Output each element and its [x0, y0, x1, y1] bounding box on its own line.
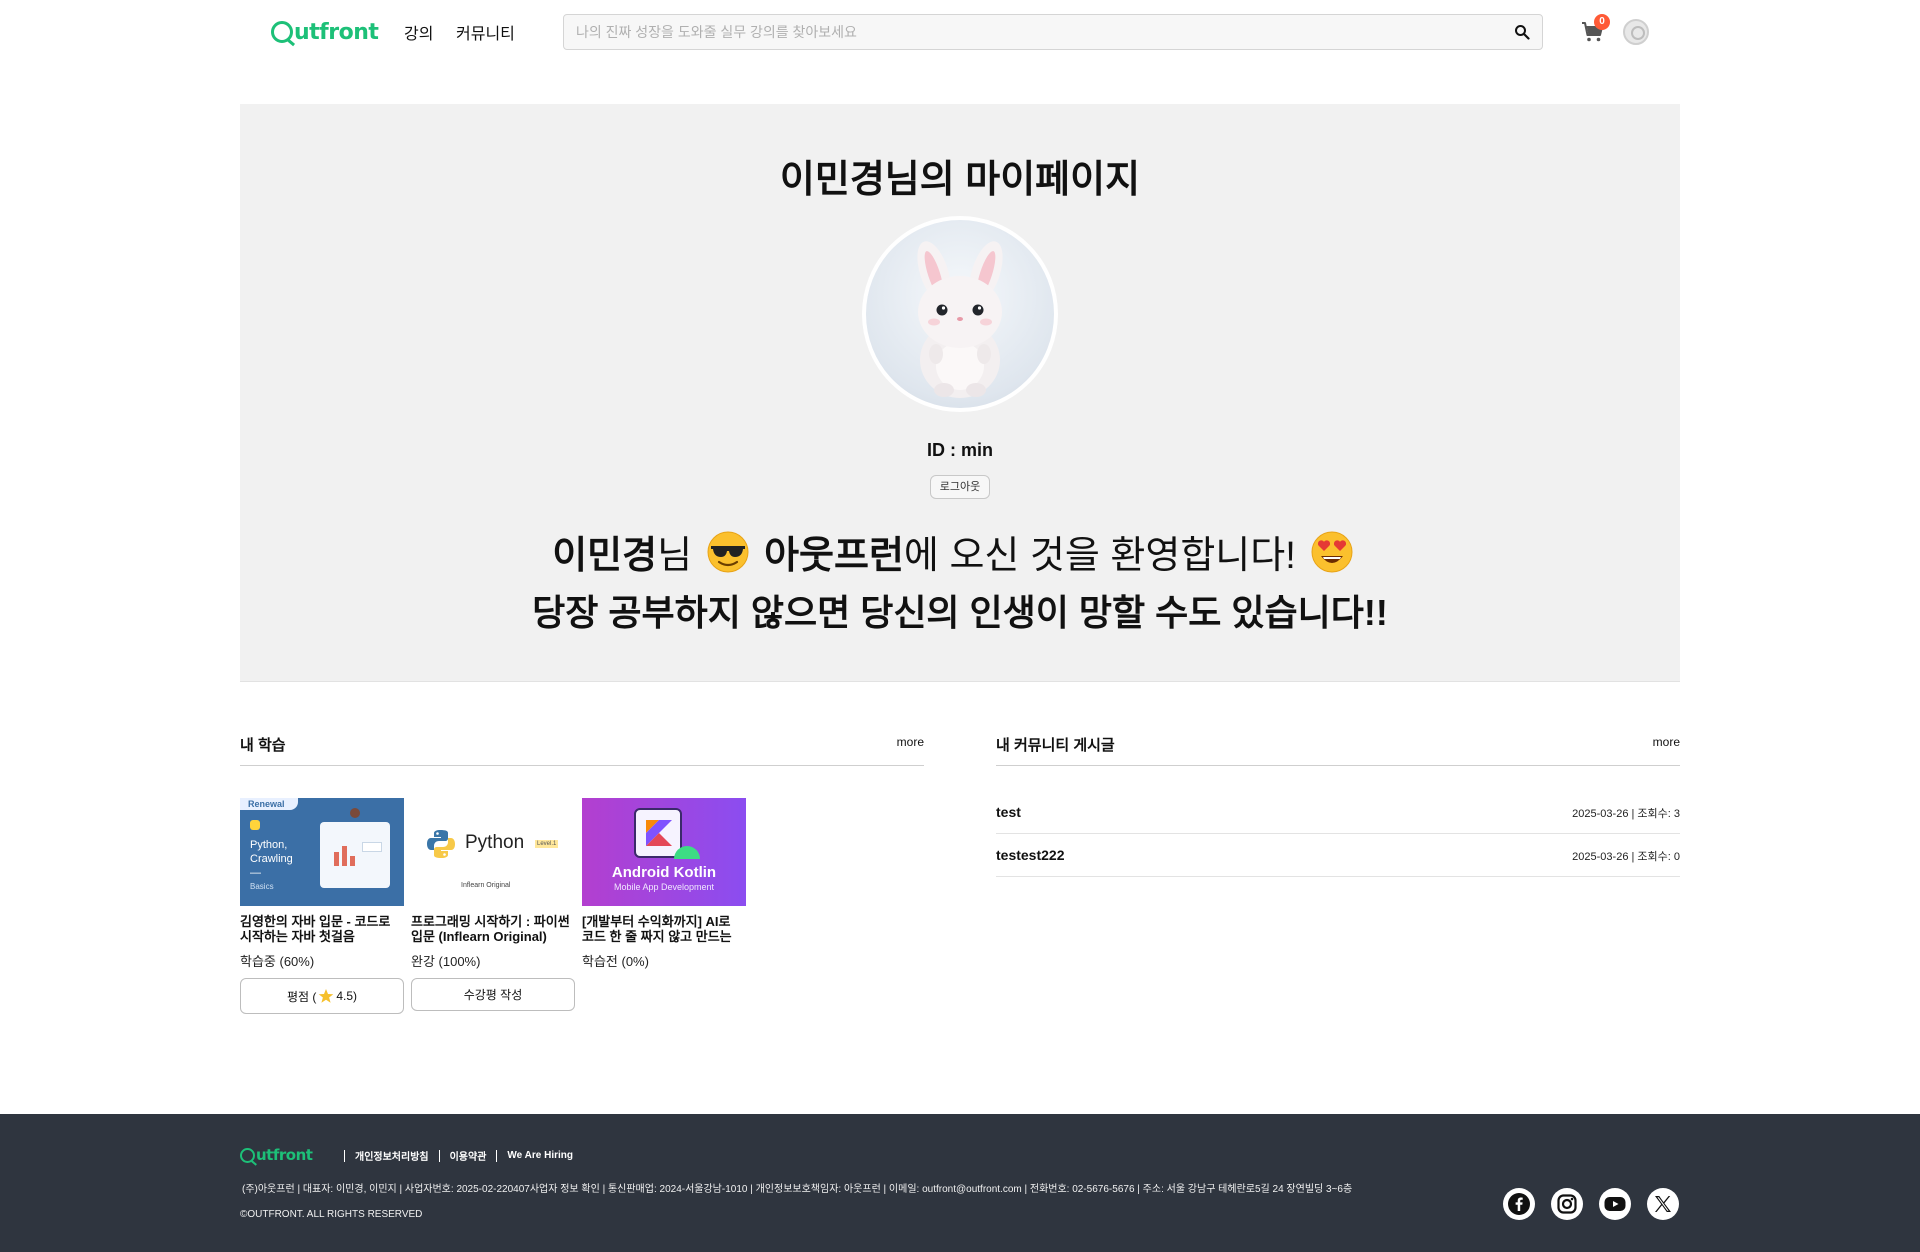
course-thumbnail[interactable]: Android Kotlin Mobile App Development: [582, 798, 746, 906]
welcome-honorific: 님: [657, 535, 693, 577]
course-thumbnail[interactable]: Renewal Python, Crawling — Basics: [240, 798, 404, 906]
user-id-label: ID : min: [927, 440, 993, 460]
divider: [344, 1149, 345, 1162]
rating-prefix: 평점 (: [286, 989, 317, 1004]
logo-q-mark: [271, 21, 293, 43]
divider: [496, 1149, 498, 1162]
community-title: 내 커뮤니티 게시글: [996, 737, 1115, 754]
learning-more-link[interactable]: more: [897, 735, 924, 749]
python-logo-icon: [427, 830, 455, 858]
footer-link-terms[interactable]: 이용약관: [450, 1148, 487, 1163]
page-title: 이민경님의 마이페이지: [779, 159, 1141, 201]
footer-logo-text: utfront: [256, 1146, 313, 1164]
x-twitter-icon[interactable]: [1647, 1188, 1679, 1220]
thumb-illustration: [320, 822, 390, 888]
logo-q-mark: [240, 1147, 255, 1163]
post-title[interactable]: testest222: [996, 847, 1065, 863]
welcome-message: 이민경 님 아웃프런 에 오신 것을 환영합니다!: [240, 524, 1680, 579]
thumb-level: Level.1: [535, 840, 559, 848]
company-info: (주)아웃프런 | 대표자: 이민경, 이민지 | 사업자번호: 2025-02…: [242, 1184, 1353, 1195]
welcome-name: 이민경: [552, 535, 658, 577]
post-title[interactable]: test: [996, 804, 1021, 820]
course-progress: 완강 (100%): [411, 954, 481, 969]
thumb-title: Android Kotlin: [611, 864, 717, 881]
profile-image: [862, 216, 1058, 412]
footer-link-privacy[interactable]: 개인정보처리방침: [355, 1148, 429, 1163]
python-logo-icon: [250, 820, 260, 830]
phone-graphic: [634, 808, 682, 858]
cart-count-badge: 0: [1594, 14, 1610, 30]
facebook-icon[interactable]: [1503, 1188, 1535, 1220]
footer-link-hiring[interactable]: We Are Hiring: [507, 1150, 573, 1161]
nav-courses[interactable]: 강의: [404, 20, 433, 44]
thumb-badge: Renewal: [240, 798, 298, 810]
course-title[interactable]: 김영한의 자바 입문 - 코드로 시작하는 자바 첫걸음: [240, 914, 404, 944]
search-bar: [563, 14, 1543, 50]
footer-links: 개인정보처리방침 이용약관 We Are Hiring: [334, 1148, 573, 1163]
community-section-header: 내 커뮤니티 게시글 more: [996, 732, 1680, 766]
thumb-text: Python, Crawling — Basics: [250, 838, 293, 894]
top-header: utfront 강의 커뮤니티 0: [0, 0, 1920, 64]
star-icon: [319, 989, 334, 1003]
thumb-sub: Inflearn Original: [461, 882, 511, 889]
footer: utfront 개인정보처리방침 이용약관 We Are Hiring (주)아…: [0, 1114, 1920, 1252]
rating-value: 4.5): [336, 989, 358, 1003]
course-title[interactable]: 프로그래밍 시작하기 : 파이썬 입문 (Inflearn Original): [411, 914, 575, 944]
thumb-line: Crawling: [250, 853, 293, 865]
kotlin-logo-icon: [646, 820, 672, 846]
mypage-hero: 이민경님의 마이페이지 ID: min 로그아웃 이민경 님 아웃프런 에 오…: [240, 104, 1680, 682]
footer-logo[interactable]: utfront: [240, 1146, 313, 1164]
divider: [438, 1149, 440, 1162]
youtube-icon[interactable]: [1599, 1188, 1631, 1220]
post-row[interactable]: testest222 2025-03-26 | 조회수: 0: [996, 834, 1680, 877]
learning-title: 내 학습: [240, 737, 286, 754]
post-meta: 2025-03-26 | 조회수: 0: [1572, 851, 1680, 863]
logout-button[interactable]: 로그아웃: [930, 475, 990, 499]
thumb-word: Python: [465, 832, 525, 853]
logo[interactable]: utfront: [271, 18, 379, 46]
course-card[interactable]: Python Level.1 Inflearn Original 프로그래밍 시…: [411, 798, 575, 1011]
heart-eyes-emoji-icon: [1311, 531, 1353, 572]
sunglasses-emoji-icon: [707, 531, 749, 572]
post-row[interactable]: test 2025-03-26 | 조회수: 3: [996, 791, 1680, 834]
course-card[interactable]: Renewal Python, Crawling — Basics 김영한의 자…: [240, 798, 404, 1014]
rating-button[interactable]: 평점 ( 4.5): [240, 978, 404, 1014]
instagram-icon[interactable]: [1551, 1188, 1583, 1220]
course-thumbnail[interactable]: Python Level.1 Inflearn Original: [411, 798, 575, 906]
welcome-rest: 에 오신 것을 환영합니다!: [903, 535, 1296, 577]
write-review-button[interactable]: 수강평 작성: [411, 978, 575, 1011]
course-progress: 학습중 (60%): [240, 954, 315, 969]
course-title[interactable]: [개발부터 수익화까지] AI로 코드 한 줄 짜지 않고 만드는 안드로이드 …: [582, 914, 746, 944]
thumb-line: Python,: [250, 839, 288, 851]
thumb-sub: Mobile App Development: [613, 882, 715, 892]
android-icon: [674, 846, 700, 859]
logo-text: utfront: [294, 19, 379, 45]
course-progress: 학습전 (0%): [582, 954, 649, 969]
search-icon[interactable]: [1514, 24, 1530, 40]
thumb-person: [350, 808, 360, 818]
bunny-illustration: [917, 241, 1003, 398]
learning-section-header: 내 학습 more: [240, 732, 924, 766]
nav-community[interactable]: 커뮤니티: [456, 20, 515, 44]
search-input[interactable]: [576, 15, 1476, 49]
community-more-link[interactable]: more: [1653, 735, 1680, 749]
copyright: ©OUTFRONT. ALL RIGHTS RESERVED: [240, 1209, 423, 1220]
user-avatar[interactable]: [1623, 19, 1649, 45]
course-card[interactable]: Android Kotlin Mobile App Development [개…: [582, 798, 746, 970]
welcome-brand: 아웃프런: [764, 535, 904, 577]
post-meta: 2025-03-26 | 조회수: 3: [1572, 808, 1680, 820]
motto-text: 당장 공부하지 않으면 당신의 인생이 망할 수도 있습니다!!: [532, 592, 1388, 633]
thumb-line: —: [250, 867, 261, 879]
thumb-line: Basics: [250, 882, 274, 891]
